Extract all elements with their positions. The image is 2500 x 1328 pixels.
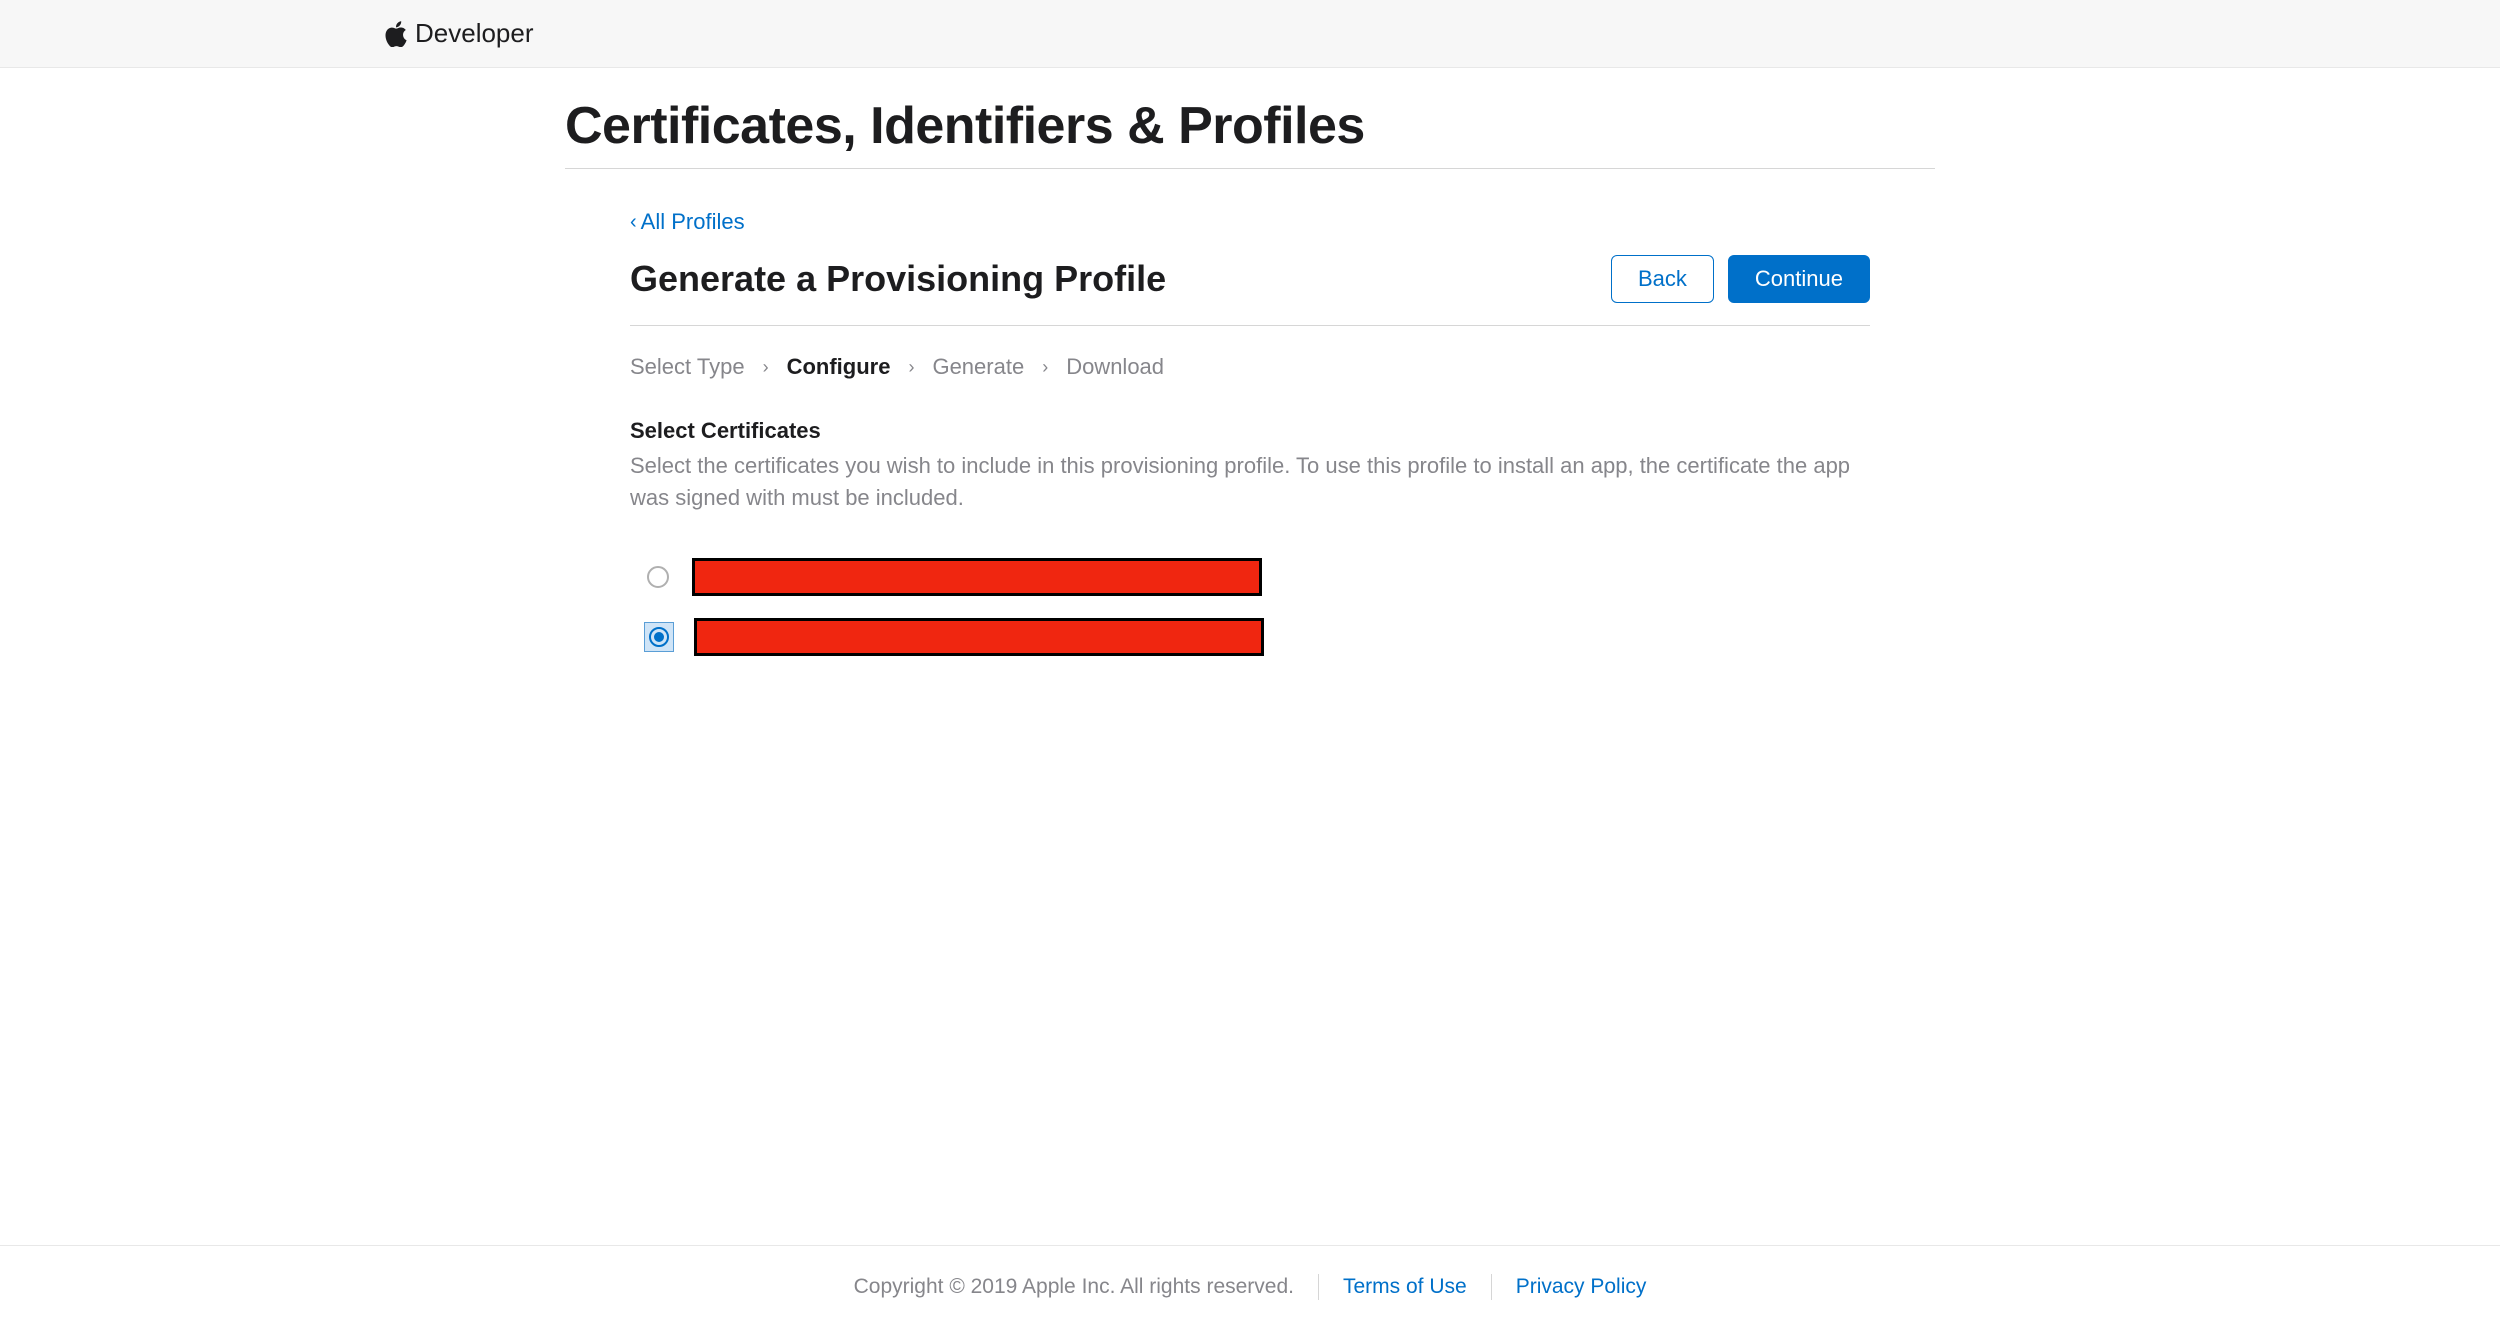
chevron-left-icon: ‹ (630, 211, 637, 234)
breadcrumb-back-link[interactable]: ‹ All Profiles (630, 209, 745, 235)
continue-button[interactable]: Continue (1728, 255, 1870, 303)
chevron-right-icon: › (908, 357, 914, 378)
radio-selected[interactable] (644, 622, 674, 652)
breadcrumb-back-label: All Profiles (641, 209, 745, 235)
footer-copyright: Copyright © 2019 Apple Inc. All rights r… (854, 1275, 1294, 1299)
global-header: Developer (0, 0, 2500, 68)
certificate-label-redacted (692, 558, 1262, 596)
sub-title: Generate a Provisioning Profile (630, 258, 1166, 300)
certificate-label-redacted (694, 618, 1264, 656)
privacy-policy-link[interactable]: Privacy Policy (1516, 1275, 1647, 1299)
footer: Copyright © 2019 Apple Inc. All rights r… (0, 1245, 2500, 1328)
certificate-list (630, 558, 1870, 656)
wizard-step-download: Download (1066, 354, 1164, 380)
chevron-right-icon: › (763, 357, 769, 378)
section-description: Select the certificates you wish to incl… (630, 450, 1870, 514)
chevron-right-icon: › (1042, 357, 1048, 378)
title-divider (565, 168, 1935, 169)
radio-unselected[interactable] (644, 563, 672, 591)
brand-text[interactable]: Developer (415, 18, 534, 49)
certificate-row[interactable] (644, 618, 1870, 656)
certificate-row[interactable] (644, 558, 1870, 596)
page-title: Certificates, Identifiers & Profiles (565, 96, 1935, 156)
apple-logo-icon (385, 21, 407, 47)
footer-divider (1318, 1274, 1319, 1300)
footer-divider (1491, 1274, 1492, 1300)
wizard-step-select-type: Select Type (630, 354, 745, 380)
wizard-step-configure: Configure (787, 354, 891, 380)
section-heading: Select Certificates (630, 418, 1870, 444)
wizard-step-generate: Generate (932, 354, 1024, 380)
wizard-steps: Select Type › Configure › Generate › Dow… (630, 354, 1870, 380)
terms-of-use-link[interactable]: Terms of Use (1343, 1275, 1467, 1299)
back-button[interactable]: Back (1611, 255, 1714, 303)
